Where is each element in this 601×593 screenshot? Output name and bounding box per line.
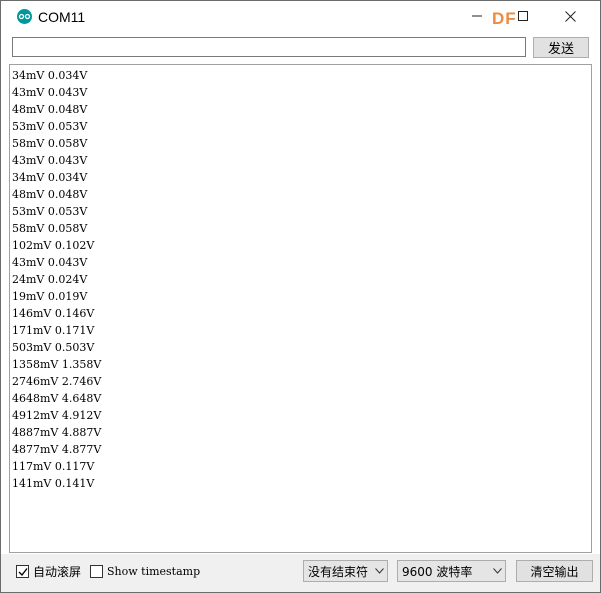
close-icon (564, 10, 576, 22)
serial-monitor-window: COM11 DF 发送 34mV 0.034V 43mV 0.043V 48mV 0… (0, 0, 601, 593)
serial-output-line: 24mV 0.024V (12, 273, 88, 286)
serial-output-line: 19mV 0.019V (12, 290, 88, 303)
serial-output-line: 4912mV 4.912V (12, 409, 102, 422)
autoscroll-label: 自动滚屏 (33, 564, 82, 579)
show-timestamp-checkbox[interactable]: Show timestamp (90, 563, 200, 579)
bottom-toolbar: 自动滚屏 Show timestamp 没有结束符 9600 波特率 清空输出 (1, 554, 600, 592)
serial-output-line: 58mV 0.058V (12, 137, 88, 150)
show-timestamp-label: Show timestamp (107, 564, 201, 578)
serial-output-line: 4648mV 4.648V (12, 392, 102, 405)
baud-rate-select[interactable]: 9600 波特率 (397, 560, 506, 582)
line-ending-value: 没有结束符 (308, 564, 369, 579)
serial-output-line: 4887mV 4.887V (12, 426, 102, 439)
serial-output-line: 146mV 0.146V (12, 307, 95, 320)
autoscroll-checkbox[interactable]: 自动滚屏 (16, 563, 81, 579)
serial-output-line: 43mV 0.043V (12, 86, 88, 99)
baud-rate-value: 9600 波特率 (402, 564, 473, 579)
title-bar[interactable]: COM11 DF (1, 1, 600, 33)
serial-output-line: 141mV 0.141V (12, 477, 95, 490)
serial-output-line: 43mV 0.043V (12, 256, 88, 269)
maximize-icon (518, 11, 528, 21)
serial-output-line: 2746mV 2.746V (12, 375, 102, 388)
chevron-down-icon (489, 568, 505, 574)
serial-output-line: 34mV 0.034V (12, 69, 88, 82)
serial-output-line: 53mV 0.053V (12, 205, 88, 218)
serial-output-line: 34mV 0.034V (12, 171, 88, 184)
serial-output-line: 102mV 0.102V (12, 239, 95, 252)
minimize-button[interactable] (454, 1, 500, 31)
serial-output-line: 53mV 0.053V (12, 120, 88, 133)
serial-output-line: 4877mV 4.877V (12, 443, 102, 456)
line-ending-select[interactable]: 没有结束符 (303, 560, 388, 582)
check-icon (18, 567, 28, 576)
window-title: COM11 (38, 9, 86, 25)
serial-output-line: 48mV 0.048V (12, 103, 88, 116)
maximize-button[interactable] (500, 1, 546, 31)
serial-output-line: 58mV 0.058V (12, 222, 88, 235)
arduino-icon (17, 9, 32, 24)
send-row: 发送 (1, 34, 600, 62)
serial-output-text: 34mV 0.034V 43mV 0.043V 48mV 0.048V 53mV 0.… (12, 67, 101, 492)
show-timestamp-checkbox-box[interactable] (90, 564, 103, 578)
close-button[interactable] (547, 1, 593, 31)
send-input[interactable] (12, 37, 526, 57)
serial-output-line: 48mV 0.048V (12, 188, 88, 201)
minimize-icon (472, 15, 482, 17)
serial-output-line: 171mV 0.171V (12, 324, 95, 337)
serial-output-area[interactable]: 34mV 0.034V 43mV 0.043V 48mV 0.048V 53mV 0.… (9, 64, 592, 553)
autoscroll-checkbox-box[interactable] (16, 564, 29, 578)
chevron-down-icon (371, 568, 387, 574)
serial-output-line: 1358mV 1.358V (12, 358, 102, 371)
clear-output-button[interactable]: 清空输出 (516, 560, 593, 582)
send-button[interactable]: 发送 (533, 37, 589, 58)
serial-output-line: 43mV 0.043V (12, 154, 88, 167)
serial-output-line: 503mV 0.503V (12, 341, 95, 354)
serial-output-line: 117mV 0.117V (12, 460, 95, 473)
